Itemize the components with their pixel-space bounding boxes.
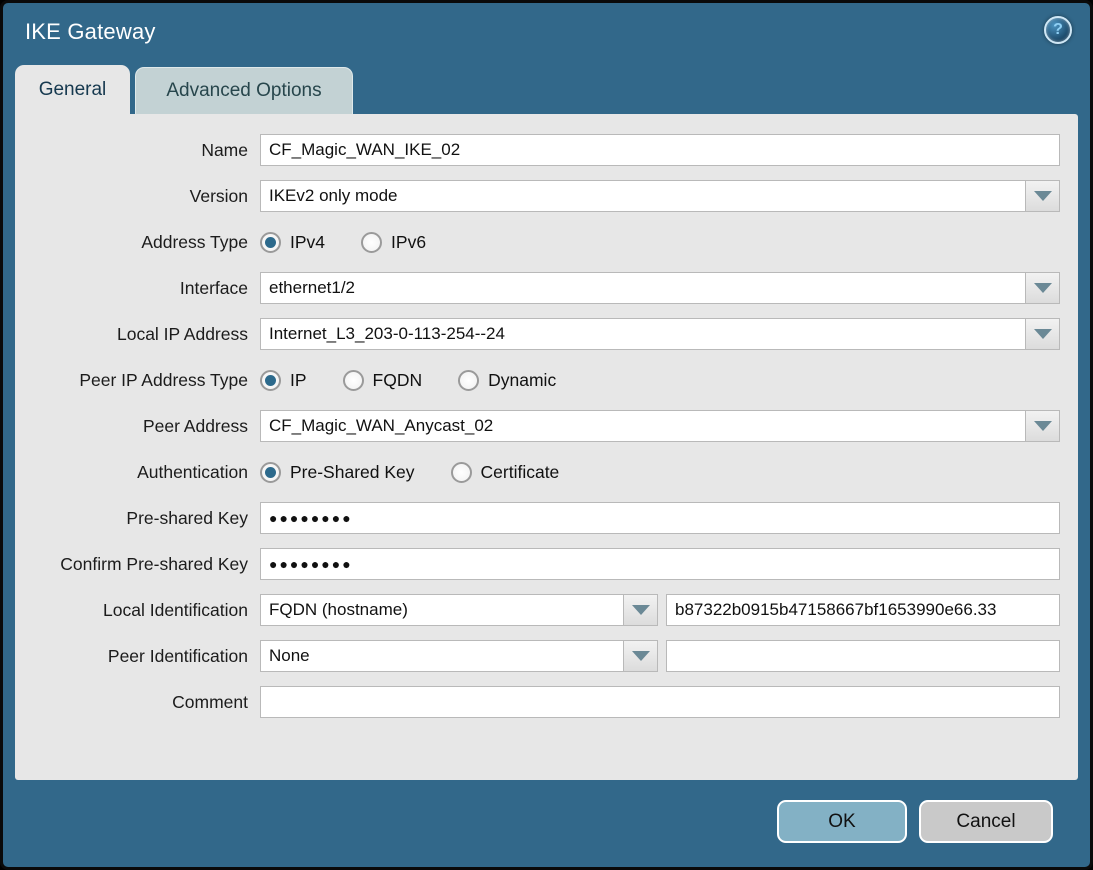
version-row: Version: [15, 180, 1060, 212]
local-ip-address-row: Local IP Address: [15, 318, 1060, 350]
dialog-title: IKE Gateway: [25, 19, 156, 45]
radio-pre-shared-key-label: Pre-Shared Key: [290, 462, 415, 483]
radio-ipv6[interactable]: [361, 232, 382, 253]
comment-row: Comment: [15, 686, 1060, 718]
radio-dynamic-label: Dynamic: [488, 370, 556, 391]
chevron-down-icon: [1034, 283, 1052, 293]
local-ip-address-label: Local IP Address: [15, 324, 260, 345]
address-type-label: Address Type: [15, 232, 260, 253]
address-type-row: Address Type IPv4 IPv6: [15, 226, 1060, 258]
confirm-pre-shared-key-label: Confirm Pre-shared Key: [15, 554, 260, 575]
comment-label: Comment: [15, 692, 260, 713]
confirm-pre-shared-key-row: Confirm Pre-shared Key: [15, 548, 1060, 580]
confirm-pre-shared-key-input[interactable]: [260, 548, 1060, 580]
name-input[interactable]: [260, 134, 1060, 166]
tab-bar: General Advanced Options: [3, 65, 1090, 114]
tab-advanced-options[interactable]: Advanced Options: [135, 67, 353, 114]
interface-input[interactable]: [260, 272, 1026, 304]
chevron-down-icon: [632, 651, 650, 661]
radio-certificate-label: Certificate: [481, 462, 560, 483]
peer-identification-type-input[interactable]: [260, 640, 624, 672]
radio-ip[interactable]: [260, 370, 281, 391]
cancel-button[interactable]: Cancel: [919, 800, 1053, 843]
authentication-row: Authentication Pre-Shared Key Certificat…: [15, 456, 1060, 488]
version-dropdown-button[interactable]: [1026, 180, 1060, 212]
local-identification-dropdown-button[interactable]: [624, 594, 658, 626]
dialog-button-bar: OK Cancel: [3, 780, 1090, 843]
pre-shared-key-label: Pre-shared Key: [15, 508, 260, 529]
radio-certificate[interactable]: [451, 462, 472, 483]
tab-general[interactable]: General: [15, 65, 130, 114]
dialog-titlebar: IKE Gateway ?: [3, 3, 1090, 65]
interface-label: Interface: [15, 278, 260, 299]
chevron-down-icon: [1034, 421, 1052, 431]
version-label: Version: [15, 186, 260, 207]
local-ip-address-input[interactable]: [260, 318, 1026, 350]
radio-fqdn-label: FQDN: [373, 370, 423, 391]
local-ip-address-dropdown-button[interactable]: [1026, 318, 1060, 350]
comment-input[interactable]: [260, 686, 1060, 718]
local-identification-row: Local Identification: [15, 594, 1060, 626]
peer-identification-dropdown-button[interactable]: [624, 640, 658, 672]
help-icon[interactable]: ?: [1044, 16, 1072, 44]
radio-pre-shared-key[interactable]: [260, 462, 281, 483]
name-label: Name: [15, 140, 260, 161]
authentication-label: Authentication: [15, 462, 260, 483]
radio-ip-label: IP: [290, 370, 307, 391]
chevron-down-icon: [1034, 329, 1052, 339]
pre-shared-key-row: Pre-shared Key: [15, 502, 1060, 534]
chevron-down-icon: [1034, 191, 1052, 201]
general-tab-panel: Name Version Address Type IPv4 IPv6: [15, 114, 1078, 780]
interface-row: Interface: [15, 272, 1060, 304]
radio-ipv4[interactable]: [260, 232, 281, 253]
peer-identification-value-input[interactable]: [666, 640, 1060, 672]
name-row: Name: [15, 134, 1060, 166]
peer-address-input[interactable]: [260, 410, 1026, 442]
version-input[interactable]: [260, 180, 1026, 212]
peer-identification-label: Peer Identification: [15, 646, 260, 667]
peer-address-label: Peer Address: [15, 416, 260, 437]
local-identification-value-input[interactable]: [666, 594, 1060, 626]
peer-address-dropdown-button[interactable]: [1026, 410, 1060, 442]
peer-identification-row: Peer Identification: [15, 640, 1060, 672]
ok-button[interactable]: OK: [777, 800, 907, 843]
radio-ipv4-label: IPv4: [290, 232, 325, 253]
chevron-down-icon: [632, 605, 650, 615]
radio-ipv6-label: IPv6: [391, 232, 426, 253]
radio-dynamic[interactable]: [458, 370, 479, 391]
local-identification-type-input[interactable]: [260, 594, 624, 626]
radio-fqdn[interactable]: [343, 370, 364, 391]
peer-ip-address-type-label: Peer IP Address Type: [15, 370, 260, 391]
ike-gateway-dialog: IKE Gateway ? General Advanced Options N…: [0, 0, 1093, 870]
peer-address-row: Peer Address: [15, 410, 1060, 442]
peer-ip-address-type-row: Peer IP Address Type IP FQDN Dynamic: [15, 364, 1060, 396]
pre-shared-key-input[interactable]: [260, 502, 1060, 534]
interface-dropdown-button[interactable]: [1026, 272, 1060, 304]
local-identification-label: Local Identification: [15, 600, 260, 621]
